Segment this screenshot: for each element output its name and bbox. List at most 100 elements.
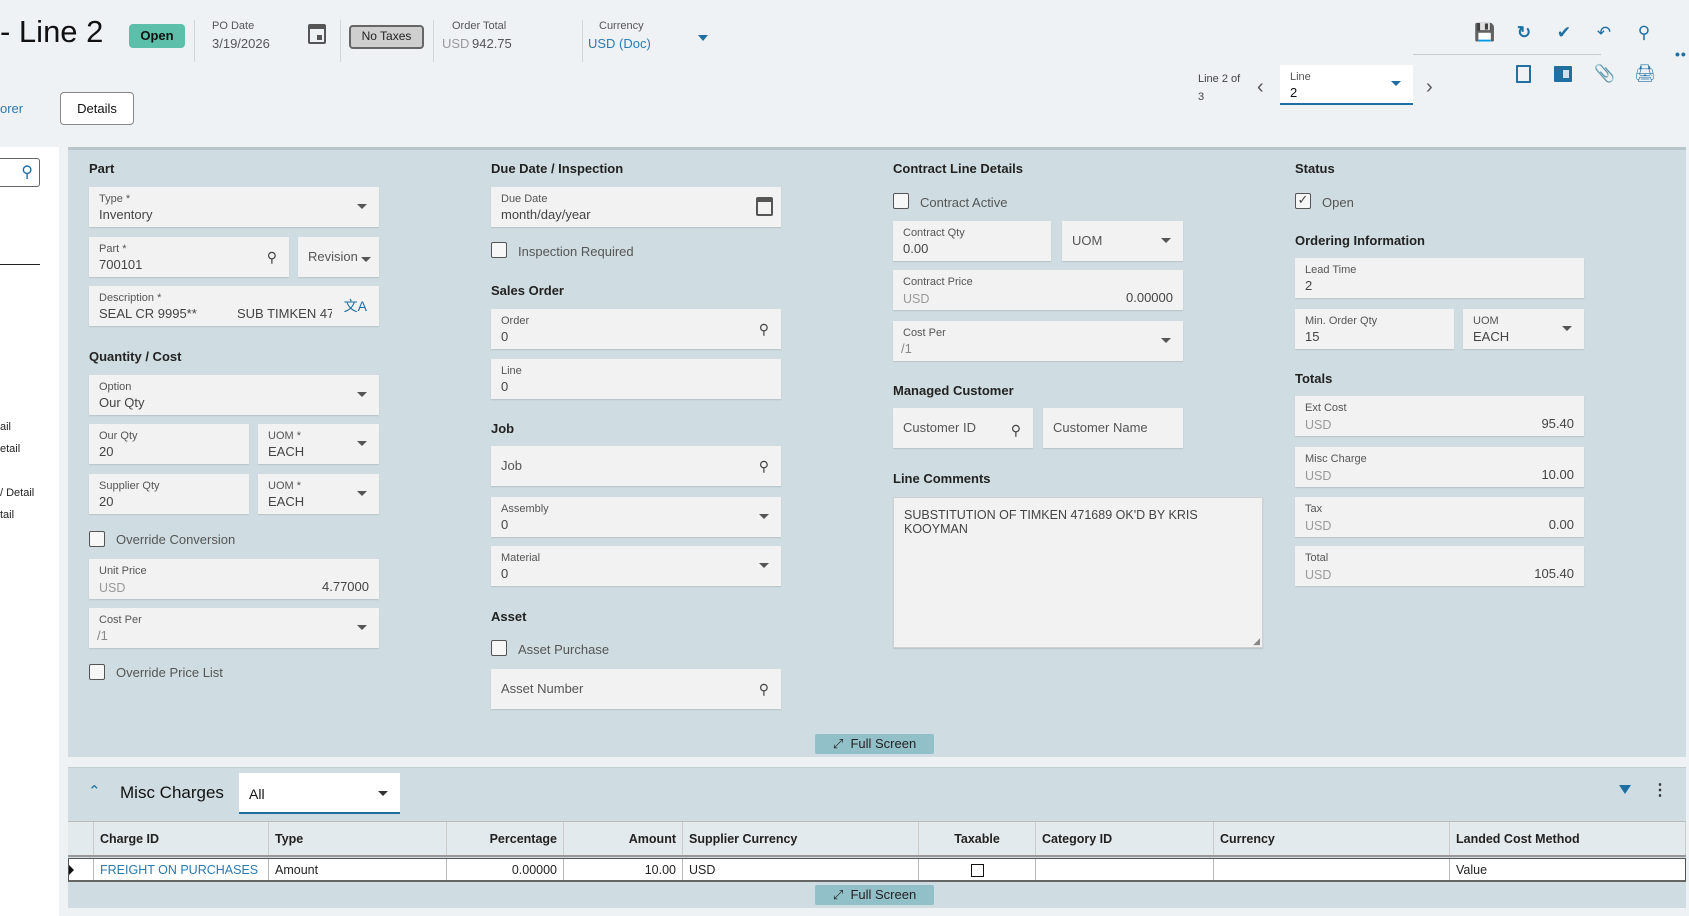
override-conversion-checkbox[interactable] [89, 531, 105, 547]
unit-price-field[interactable]: Unit Price USD 4.77000 [89, 559, 379, 599]
asset-purchase-checkbox[interactable] [491, 640, 507, 656]
part-field[interactable]: Part * 700101 ⚲ [89, 237, 289, 277]
ordering-uom-select[interactable]: UOM EACH [1463, 309, 1584, 349]
line-comments-textarea[interactable]: SUBSTITUTION OF TIMKEN 471689 OK'D BY KR… [893, 497, 1263, 648]
order-field[interactable]: Order 0 ⚲ [491, 309, 781, 349]
uom-select[interactable]: UOM * EACH [258, 424, 379, 464]
column-header[interactable]: Taxable [919, 822, 1036, 855]
asset-number-field[interactable]: Asset Number ⚲ [491, 669, 781, 709]
min-order-label: Min. Order Qty [1305, 315, 1378, 327]
contract-qty-field[interactable]: Contract Qty 0.00 [893, 221, 1051, 261]
clear-icon[interactable]: ✔ [1554, 23, 1574, 43]
grid-cell[interactable] [1036, 859, 1214, 880]
calendar-icon[interactable] [756, 197, 773, 216]
charge-id-link[interactable]: FREIGHT ON PURCHASES [94, 859, 269, 880]
sidebar-search-input[interactable]: ⚲ [0, 158, 40, 187]
more-icon[interactable]: •• [1675, 46, 1687, 62]
row-indicator-icon[interactable] [69, 859, 94, 880]
column-header[interactable]: Type [269, 822, 447, 855]
chevron-down-icon [357, 625, 367, 630]
lead-time-field[interactable]: Lead Time 2 [1295, 258, 1584, 298]
misc-charges-filter-select[interactable]: All [239, 773, 400, 814]
translate-icon[interactable]: 文A [344, 296, 367, 316]
line-select[interactable]: Line 2 [1280, 65, 1413, 105]
uom-value: EACH [1473, 329, 1510, 344]
supplier-qty-field[interactable]: Supplier Qty 20 [89, 474, 249, 514]
column-header[interactable]: Supplier Currency [683, 822, 919, 855]
sidebar-item[interactable]: etail [0, 443, 20, 455]
customer-id-field[interactable]: Customer ID ⚲ [893, 408, 1033, 448]
grid-full-screen-button[interactable]: ⤢ Full Screen [815, 885, 934, 905]
lookup-icon[interactable]: ⚲ [759, 681, 769, 698]
explorer-link[interactable]: orer [0, 101, 23, 116]
grid-cell[interactable]: 10.00 [564, 859, 683, 880]
column-header[interactable]: Category ID [1036, 822, 1214, 855]
column-header[interactable]: Landed Cost Method [1450, 822, 1686, 855]
resize-handle-icon[interactable]: ◢ [1253, 636, 1260, 647]
grid-cell[interactable]: 0.00000 [447, 859, 564, 880]
sidebar-item[interactable]: tail [0, 509, 14, 521]
full-screen-button[interactable]: ⤢ Full Screen [815, 734, 934, 754]
cost-per-select[interactable]: Cost Per/1 [89, 608, 379, 648]
contract-cost-per-select[interactable]: Cost Per/1 [893, 321, 1183, 361]
type-select[interactable]: Type * Inventory [89, 187, 379, 227]
new-icon[interactable] [1516, 65, 1531, 83]
filter-icon[interactable] [1619, 785, 1631, 794]
lookup-icon[interactable]: ⚲ [1011, 422, 1021, 439]
taxable-checkbox[interactable] [919, 859, 1036, 880]
grid-cell[interactable]: USD [683, 859, 919, 880]
sidebar-item[interactable]: ail [0, 421, 11, 433]
refresh-icon[interactable]: ↻ [1514, 23, 1534, 43]
due-date-field[interactable]: Due Date month/day/year [491, 187, 781, 227]
dropdown-arrow-icon[interactable] [698, 35, 708, 41]
uom-label: UOM * [268, 430, 301, 442]
sidebar-item[interactable]: / Detail [0, 487, 34, 499]
contract-active-checkbox[interactable] [893, 193, 909, 209]
job-field[interactable]: Job ⚲ [491, 446, 781, 486]
grid-cell[interactable] [1214, 859, 1450, 880]
save-icon[interactable]: 💾 [1474, 23, 1495, 43]
chevron-down-icon [357, 204, 367, 209]
search-icon[interactable]: ⚲ [1634, 23, 1654, 43]
customer-name-field[interactable]: Customer Name [1043, 408, 1183, 448]
currency-select[interactable]: USD (Doc) [588, 36, 651, 51]
grid-cell[interactable]: Amount [269, 859, 447, 880]
option-select[interactable]: Option Our Qty [89, 375, 379, 415]
calendar-icon[interactable] [308, 24, 326, 44]
inspection-required-checkbox[interactable] [491, 242, 507, 258]
contract-price-field[interactable]: Contract Price USD 0.00000 [893, 270, 1183, 310]
no-taxes-button[interactable]: No Taxes [349, 25, 424, 49]
lookup-icon[interactable]: ⚲ [759, 321, 769, 338]
undo-icon[interactable]: ↶ [1594, 23, 1614, 43]
search-icon[interactable]: ⚲ [21, 162, 33, 182]
description-field[interactable]: Description * SEAL CR 9995** SUB TIMKEN 47… [89, 286, 379, 326]
override-price-list-checkbox[interactable] [89, 664, 105, 680]
column-header[interactable]: Charge ID [94, 822, 269, 855]
attachment-icon[interactable]: 📎 [1594, 64, 1615, 84]
column-header[interactable]: Currency [1214, 822, 1450, 855]
details-button[interactable]: Details [60, 92, 134, 125]
our-qty-field[interactable]: Our Qty 20 [89, 424, 249, 464]
kebab-menu-icon[interactable]: ⋮ [1652, 780, 1668, 800]
grid-cell[interactable]: Value [1450, 859, 1686, 880]
lookup-icon[interactable]: ⚲ [759, 458, 769, 475]
contract-uom-select[interactable]: UOM [1062, 221, 1183, 261]
supplier-uom-select[interactable]: UOM * EACH [258, 474, 379, 514]
material-label: Material [501, 552, 541, 564]
panel-icon[interactable] [1554, 66, 1572, 82]
open-checkbox[interactable]: ✓ [1295, 193, 1311, 209]
next-line-chevron-icon[interactable]: › [1426, 76, 1433, 99]
collapse-chevron-icon[interactable]: ⌃ [88, 782, 101, 800]
assembly-select[interactable]: Assembly 0 [491, 497, 781, 537]
material-select[interactable]: Material 0 [491, 546, 781, 586]
column-header[interactable]: Amount [564, 822, 683, 855]
revision-select[interactable]: Revision [298, 237, 379, 277]
prev-line-chevron-icon[interactable]: ‹ [1257, 76, 1264, 99]
so-line-field[interactable]: Line 0 [491, 359, 781, 399]
column-header[interactable]: Percentage [447, 822, 564, 855]
print-icon[interactable]: 🖨 [1634, 64, 1656, 84]
min-order-qty-field[interactable]: Min. Order Qty 15 [1295, 309, 1454, 349]
contract-price-currency: USD [903, 292, 930, 306]
chevron-down-icon [1391, 81, 1401, 86]
lookup-icon[interactable]: ⚲ [267, 249, 277, 266]
